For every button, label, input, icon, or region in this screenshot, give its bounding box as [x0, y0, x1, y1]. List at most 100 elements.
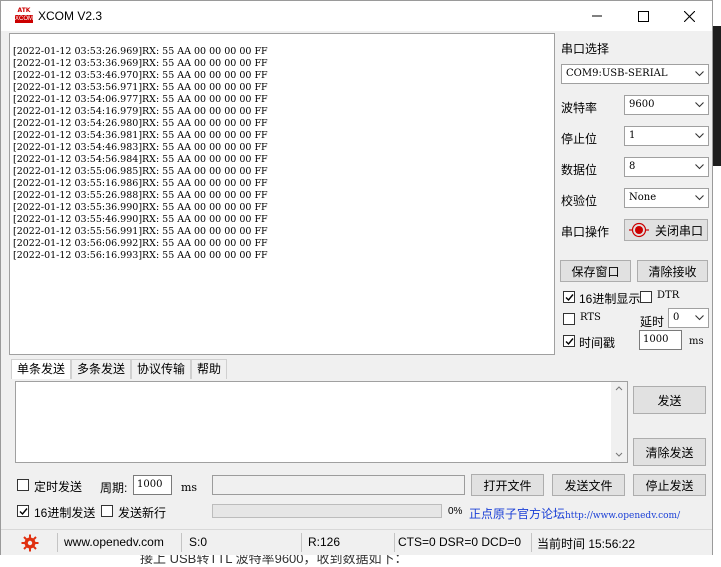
receive-line: [2022-01-12 03:54:26.980]RX: 55 AA 00 00…	[13, 118, 268, 129]
close-button[interactable]	[666, 1, 712, 31]
receive-line: [2022-01-12 03:53:56.971]RX: 55 AA 00 00…	[13, 82, 268, 93]
delay-label: 延时	[640, 315, 665, 329]
scroll-up-icon	[615, 386, 623, 391]
app-logo-icon: ATK XCOM	[15, 7, 33, 23]
data-bits-label: 数据位	[561, 163, 598, 177]
checkmark-icon	[565, 294, 574, 302]
save-window-button[interactable]: 保存窗口	[560, 260, 631, 282]
chevron-down-icon	[695, 71, 704, 77]
clear-send-button[interactable]: 清除发送	[633, 438, 706, 466]
period-label: 周期:	[100, 481, 128, 495]
settings-gear-icon[interactable]	[21, 534, 39, 552]
file-path-field[interactable]	[212, 475, 465, 495]
parity-label: 校验位	[561, 194, 598, 208]
tab-protocol-transfer[interactable]: 协议传输	[131, 359, 192, 379]
title-bar[interactable]: ATK XCOM XCOM V2.3	[1, 1, 712, 31]
send-mode-tabs: 单条发送 多条发送 协议传输 帮助	[11, 359, 228, 379]
port-select-label: 串口选择	[561, 42, 610, 56]
receive-line: [2022-01-12 03:53:26.969]RX: 55 AA 00 00…	[13, 46, 268, 57]
status-website: www.openedv.com	[64, 535, 164, 549]
receive-line: [2022-01-12 03:56:06.992]RX: 55 AA 00 00…	[13, 238, 268, 249]
status-current-time: 当前时间 15:56:22	[537, 537, 636, 551]
receive-line: [2022-01-12 03:54:36.981]RX: 55 AA 00 00…	[13, 130, 268, 141]
receive-line: [2022-01-12 03:55:36.990]RX: 55 AA 00 00…	[13, 202, 268, 213]
maximize-icon	[637, 10, 649, 22]
clear-receive-button[interactable]: 清除接收	[637, 260, 708, 282]
receive-line: [2022-01-12 03:55:56.991]RX: 55 AA 00 00…	[13, 226, 268, 237]
period-unit: ms	[181, 481, 198, 494]
checkmark-icon	[19, 508, 28, 516]
send-text-area[interactable]	[15, 381, 628, 463]
forum-link[interactable]: 正点原子官方论坛http://www.openedv.com/	[469, 505, 680, 522]
receive-line: [2022-01-12 03:56:16.993]RX: 55 AA 00 00…	[13, 250, 268, 261]
delay-select[interactable]: 0	[668, 308, 709, 328]
port-status-icon	[629, 222, 649, 238]
send-button[interactable]: 发送	[633, 386, 706, 414]
chevron-down-icon	[695, 195, 704, 201]
receive-line: [2022-01-12 03:55:26.988]RX: 55 AA 00 00…	[13, 190, 268, 201]
port-operation-label: 串口操作	[561, 225, 610, 239]
send-newline-checkbox[interactable]	[101, 505, 113, 517]
receive-line: [2022-01-12 03:55:16.986]RX: 55 AA 00 00…	[13, 178, 268, 189]
receive-line: [2022-01-12 03:55:46.990]RX: 55 AA 00 00…	[13, 214, 268, 225]
timestamp-checkbox[interactable]	[563, 335, 575, 347]
receive-line: [2022-01-12 03:54:56.984]RX: 55 AA 00 00…	[13, 154, 268, 165]
hex-display-label: 16进制显示	[579, 292, 641, 306]
xcom-window: ATK XCOM XCOM V2.3 [2022-01-12 03:53:26.…	[0, 0, 713, 555]
minimize-button[interactable]	[574, 1, 620, 31]
send-newline-label: 发送新行	[118, 506, 167, 520]
timestamp-interval-input[interactable]: 1000	[639, 330, 682, 350]
maximize-button[interactable]	[620, 1, 666, 31]
status-modem-lines: CTS=0 DSR=0 DCD=0	[398, 535, 522, 549]
parity-select[interactable]: None	[624, 188, 709, 208]
status-sent-count: S:0	[189, 535, 208, 549]
receive-line: [2022-01-12 03:54:16.979]RX: 55 AA 00 00…	[13, 106, 268, 117]
dtr-label: DTR	[657, 290, 680, 301]
chevron-down-icon	[695, 315, 704, 321]
close-icon	[683, 10, 695, 22]
minimize-icon	[592, 15, 602, 17]
rts-checkbox[interactable]	[563, 313, 575, 325]
window-title: XCOM V2.3	[38, 9, 103, 23]
receive-line: [2022-01-12 03:54:06.977]RX: 55 AA 00 00…	[13, 94, 268, 105]
send-scrollbar[interactable]	[611, 382, 627, 462]
receive-line: [2022-01-12 03:53:46.970]RX: 55 AA 00 00…	[13, 70, 268, 81]
timestamp-label: 时间戳	[579, 336, 616, 350]
stop-send-button[interactable]: 停止发送	[633, 474, 706, 496]
hex-send-label: 16进制发送	[34, 506, 96, 520]
scroll-down-icon	[615, 452, 623, 457]
baud-rate-select[interactable]: 9600	[624, 95, 709, 115]
tab-multi-send[interactable]: 多条发送	[71, 359, 132, 379]
receive-line: [2022-01-12 03:54:46.983]RX: 55 AA 00 00…	[13, 142, 268, 153]
hex-send-checkbox[interactable]	[17, 505, 29, 517]
baud-rate-label: 波特率	[561, 101, 598, 115]
send-progress-text: 0%	[448, 506, 463, 517]
stop-bits-select[interactable]: 1	[624, 126, 709, 146]
receive-text-area[interactable]: [2022-01-12 03:53:26.969]RX: 55 AA 00 00…	[9, 33, 555, 355]
rts-label: RTS	[580, 312, 601, 323]
timed-send-checkbox[interactable]	[17, 479, 29, 491]
send-progress-bar	[212, 504, 442, 518]
receive-line: [2022-01-12 03:53:36.969]RX: 55 AA 00 00…	[13, 58, 268, 69]
tab-single-send[interactable]: 单条发送	[11, 359, 72, 379]
dtr-checkbox[interactable]	[640, 291, 652, 303]
tab-help[interactable]: 帮助	[191, 359, 228, 379]
receive-lines: [2022-01-12 03:53:26.969]RX: 55 AA 00 00…	[13, 46, 268, 262]
status-received-count: R:126	[308, 535, 341, 549]
receive-line: [2022-01-12 03:55:06.985]RX: 55 AA 00 00…	[13, 166, 268, 177]
period-input[interactable]: 1000	[133, 475, 172, 495]
data-bits-select[interactable]: 8	[624, 157, 709, 177]
checkmark-icon	[565, 338, 574, 346]
close-port-button[interactable]: 关闭串口	[624, 219, 708, 241]
send-file-button[interactable]: 发送文件	[552, 474, 625, 496]
stop-bits-label: 停止位	[561, 132, 598, 146]
timestamp-unit: ms	[689, 336, 704, 347]
chevron-down-icon	[695, 102, 704, 108]
chevron-down-icon	[695, 164, 704, 170]
hex-display-checkbox[interactable]	[563, 291, 575, 303]
open-file-button[interactable]: 打开文件	[471, 474, 544, 496]
chevron-down-icon	[695, 133, 704, 139]
port-select[interactable]: COM9:USB-SERIAL	[561, 64, 709, 84]
status-bar: www.openedv.com S:0 R:126 CTS=0 DSR=0 DC…	[1, 529, 712, 555]
timed-send-label: 定时发送	[34, 480, 83, 494]
